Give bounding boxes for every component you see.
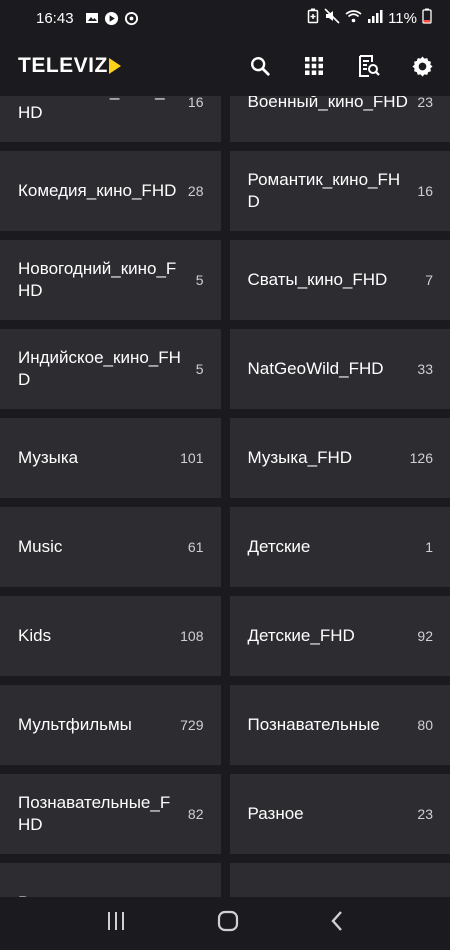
category-count: 23 <box>417 806 433 822</box>
status-time: 16:43 <box>36 9 74 27</box>
category-name: Индийское_кино_FHD <box>18 348 181 389</box>
category-row: Индийское_кино_FHD 5 NatGeoWild_FHD 33 <box>0 329 450 409</box>
category-tile[interactable]: Познавательные_FHD 82 <box>0 774 221 854</box>
category-name: Kids <box>18 626 52 645</box>
battery-level: 11% <box>388 9 417 27</box>
category-tile[interactable]: Фантастика_кино_FHD 16 <box>0 96 221 142</box>
home-button[interactable] <box>217 910 239 937</box>
category-count: 7 <box>425 272 433 288</box>
category-tile[interactable]: Комедия_кино_FHD 28 <box>0 151 221 231</box>
category-name: Фантастика_кино_FHD <box>18 96 175 122</box>
settings-button[interactable] <box>408 52 436 80</box>
category-row: Новогодний_кино_FHD 5 Сваты_кино_FHD 7 <box>0 240 450 320</box>
category-tile[interactable]: Kids 108 <box>0 596 221 676</box>
recent-apps-icon <box>108 912 124 930</box>
gallery-icon <box>84 10 100 26</box>
category-row: Музыка 101 Музыка_FHD 126 <box>0 418 450 498</box>
home-icon <box>217 910 239 932</box>
system-nav-bar <box>0 897 450 950</box>
category-name: Сваты_кино_FHD <box>247 270 388 289</box>
category-tile[interactable]: Познавательные 80 <box>229 685 450 765</box>
category-tile[interactable] <box>229 863 450 897</box>
category-row: Комедия_кино_FHD 28 Романтик_кино_FHD 16 <box>0 151 450 231</box>
category-name: NatGeoWild_FHD <box>247 359 384 378</box>
category-name: Мультфильмы <box>18 715 132 734</box>
category-name: Комедия_кино_FHD <box>18 181 177 200</box>
category-tile[interactable]: Военный_кино_FHD 23 <box>229 96 450 142</box>
grid-icon <box>305 57 323 75</box>
category-count: 16 <box>417 183 433 199</box>
category-count: 126 <box>409 450 433 466</box>
settings-icon <box>411 55 433 77</box>
category-name: Военный_кино_FHD <box>247 96 408 111</box>
battery-saver-icon <box>307 8 319 28</box>
search-icon <box>251 57 270 76</box>
category-name: Познавательные_FHD <box>18 793 171 834</box>
category-tile[interactable]: Детские 1 <box>229 507 450 587</box>
category-tile[interactable]: Детские_FHD 92 <box>229 596 450 676</box>
category-count: 5 <box>195 272 204 288</box>
category-tile[interactable]: Музыка 101 <box>0 418 221 498</box>
category-name: Музыка <box>18 448 79 467</box>
category-tile[interactable]: Мультфильмы 729 <box>0 685 221 765</box>
wifi-icon <box>345 9 362 27</box>
epg-button[interactable] <box>354 52 382 80</box>
category-count: 92 <box>417 628 433 644</box>
category-count: 23 <box>417 96 433 110</box>
category-count: 80 <box>417 717 433 733</box>
category-row: Фантастика_кино_FHD 16 Военный_кино_FHD 23 <box>0 96 450 142</box>
category-name: Music <box>18 537 63 556</box>
category-count: 5 <box>195 361 204 377</box>
mute-icon <box>324 8 340 28</box>
category-row: Music 61 Детские 1 <box>0 507 450 587</box>
category-tile[interactable]: Романтик_кино_FHD 16 <box>229 151 450 231</box>
status-bar: 16:43 11% <box>0 0 450 36</box>
logo-play-icon <box>108 58 121 74</box>
epg-icon <box>359 55 380 77</box>
category-tile[interactable]: Индийское_кино_FHD 5 <box>0 329 221 409</box>
category-tile[interactable]: Разное 23 <box>229 774 450 854</box>
category-row: Развлекательные <box>0 863 450 897</box>
category-count: 33 <box>417 361 433 377</box>
category-name: Детские_FHD <box>247 626 355 645</box>
category-grid: Фантастика_кино_FHD 16 Военный_кино_FHD 23 К… <box>0 96 450 897</box>
category-name: Познавательные <box>247 715 380 734</box>
category-row: Познавательные_FHD 82 Разное 23 <box>0 774 450 854</box>
battery-icon <box>422 8 432 28</box>
category-count: 82 <box>187 806 204 822</box>
category-name: Новогодний_кино_FHD <box>18 259 177 300</box>
app-logo: TELEVIZ <box>18 54 121 78</box>
category-name: Музыка_FHD <box>247 448 353 467</box>
category-name: Детские <box>247 537 311 556</box>
app-bar: TELEVIZ <box>0 36 450 96</box>
category-tile[interactable]: Развлекательные <box>0 863 221 897</box>
category-name: Романтик_кино_FHD <box>247 170 401 211</box>
category-tile[interactable]: NatGeoWild_FHD 33 <box>229 329 450 409</box>
category-count: 729 <box>180 717 204 733</box>
grid-view-button[interactable] <box>300 52 328 80</box>
signal-icon <box>367 9 383 27</box>
back-button[interactable] <box>329 910 345 937</box>
category-count: 101 <box>180 450 204 466</box>
category-count: 16 <box>187 96 204 110</box>
category-count: 108 <box>180 628 204 644</box>
search-button[interactable] <box>246 52 274 80</box>
category-count: 1 <box>425 539 433 555</box>
category-row: Kids 108 Детские_FHD 92 <box>0 596 450 676</box>
category-row: Мультфильмы 729 Познавательные 80 <box>0 685 450 765</box>
category-tile[interactable]: Сваты_кино_FHD 7 <box>229 240 450 320</box>
category-count: 61 <box>187 539 204 555</box>
category-name: Разное <box>247 804 304 823</box>
back-icon <box>331 911 342 931</box>
category-count: 28 <box>187 183 204 199</box>
sync-icon <box>124 10 140 26</box>
play-store-icon <box>104 10 120 26</box>
category-tile[interactable]: Музыка_FHD 126 <box>229 418 450 498</box>
category-tile[interactable]: Music 61 <box>0 507 221 587</box>
recent-apps-button[interactable] <box>105 911 127 936</box>
category-tile[interactable]: Новогодний_кино_FHD 5 <box>0 240 221 320</box>
